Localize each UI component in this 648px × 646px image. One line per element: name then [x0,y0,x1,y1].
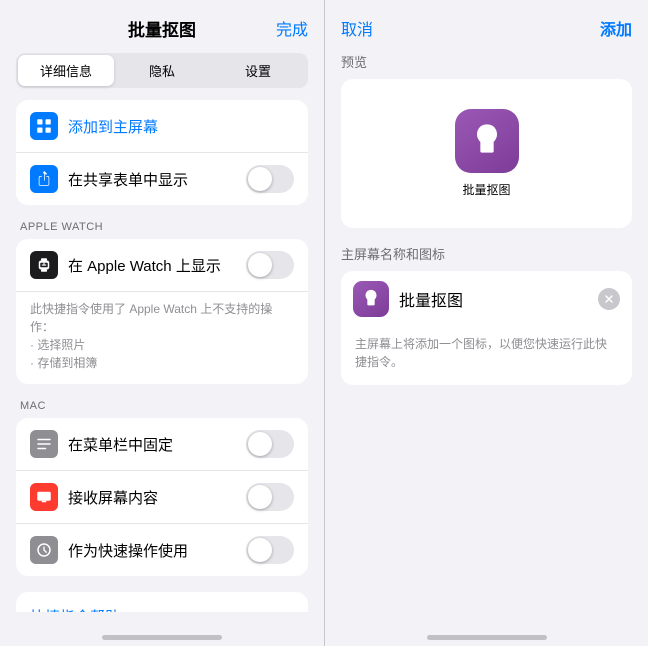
homescreen-section-label: 主屏幕名称和图标 [341,244,632,263]
mac-quick-row: 作为快速操作使用 [16,524,308,576]
share-toggle[interactable] [246,165,294,193]
mac-screen-toggle[interactable] [246,483,294,511]
main-section: 添加到主屏幕 在共享表单中显示 [16,100,308,205]
clear-button[interactable] [598,288,620,310]
homescreen-name-row: 批量抠图 [341,271,632,327]
preview-label: 预览 [341,52,632,71]
left-content: 添加到主屏幕 在共享表单中显示 APPLE WATCH 在 Apple Watc… [0,100,324,612]
mac-screen-text: 接收屏幕内容 [68,487,246,508]
preview-box: 批量抠图 [341,79,632,228]
done-button[interactable]: 完成 [276,16,308,40]
mac-screen-row: 接收屏幕内容 [16,471,308,524]
tab-details[interactable]: 详细信息 [18,55,114,86]
left-header: 批量抠图 完成 [0,0,324,53]
mac-quick-toggle[interactable] [246,536,294,564]
left-panel: 批量抠图 完成 详细信息 隐私 设置 添加到主屏幕 在共享表单中显示 [0,0,324,646]
app-preview-icon [455,109,519,173]
homescreen-name-text: 批量抠图 [399,287,598,311]
mac-menu-text: 在菜单栏中固定 [68,434,246,455]
apple-watch-section: 在 Apple Watch 上显示 此快捷指令使用了 Apple Watch 上… [16,239,308,384]
mac-menu-toggle[interactable] [246,430,294,458]
help-text[interactable]: 快捷指令帮助 [16,592,308,612]
apple-watch-toggle[interactable] [246,251,294,279]
homescreen-desc-text: 主屏幕上将添加一个图标，以便您快速运行此快捷指令。 [341,327,632,385]
apple-watch-text: 在 Apple Watch 上显示 [68,255,246,276]
left-home-indicator [102,635,222,640]
share-text: 在共享表单中显示 [68,169,246,190]
cancel-button[interactable]: 取消 [341,16,373,40]
tabs-bar: 详细信息 隐私 设置 [16,53,308,88]
mac-menu-icon [30,430,58,458]
tab-privacy[interactable]: 隐私 [114,55,210,86]
right-header: 取消 添加 [325,0,648,52]
mac-quick-text: 作为快速操作使用 [68,540,246,561]
app-preview-name: 批量抠图 [462,181,510,198]
right-panel: 取消 添加 预览 批量抠图 主屏幕名称和图标 批量 [324,0,648,646]
mac-screen-icon [30,483,58,511]
mac-label: MAC [20,400,304,412]
mac-menu-row: 在菜单栏中固定 [16,418,308,471]
homescreen-section: 主屏幕名称和图标 批量抠图 主屏幕上将添加一个图标，以便您快速运行此快捷指令。 [341,244,632,385]
homescreen-app-icon [353,281,389,317]
right-bottom-bar [325,612,648,646]
mac-section: 在菜单栏中固定 接收屏幕内容 作为快速操作使用 [16,418,308,576]
help-section[interactable]: 快捷指令帮助 [16,592,308,612]
left-bottom-bar [0,612,324,646]
left-title: 批量抠图 [16,16,308,41]
preview-section: 预览 批量抠图 [341,52,632,228]
add-button[interactable]: 添加 [600,16,632,40]
apple-watch-icon [30,251,58,279]
mac-quick-icon [30,536,58,564]
apple-watch-note: 此快捷指令使用了 Apple Watch 上不支持的操作：· 选择照片· 存储到… [16,292,308,384]
add-homescreen-row[interactable]: 添加到主屏幕 [16,100,308,153]
add-homescreen-text: 添加到主屏幕 [68,116,294,137]
share-row: 在共享表单中显示 [16,153,308,205]
apple-watch-row: 在 Apple Watch 上显示 [16,239,308,292]
right-home-indicator [427,635,547,640]
share-icon [30,165,58,193]
add-homescreen-icon [30,112,58,140]
homescreen-box: 批量抠图 主屏幕上将添加一个图标，以便您快速运行此快捷指令。 [341,271,632,385]
apple-watch-label: APPLE WATCH [20,221,304,233]
tab-settings[interactable]: 设置 [210,55,306,86]
